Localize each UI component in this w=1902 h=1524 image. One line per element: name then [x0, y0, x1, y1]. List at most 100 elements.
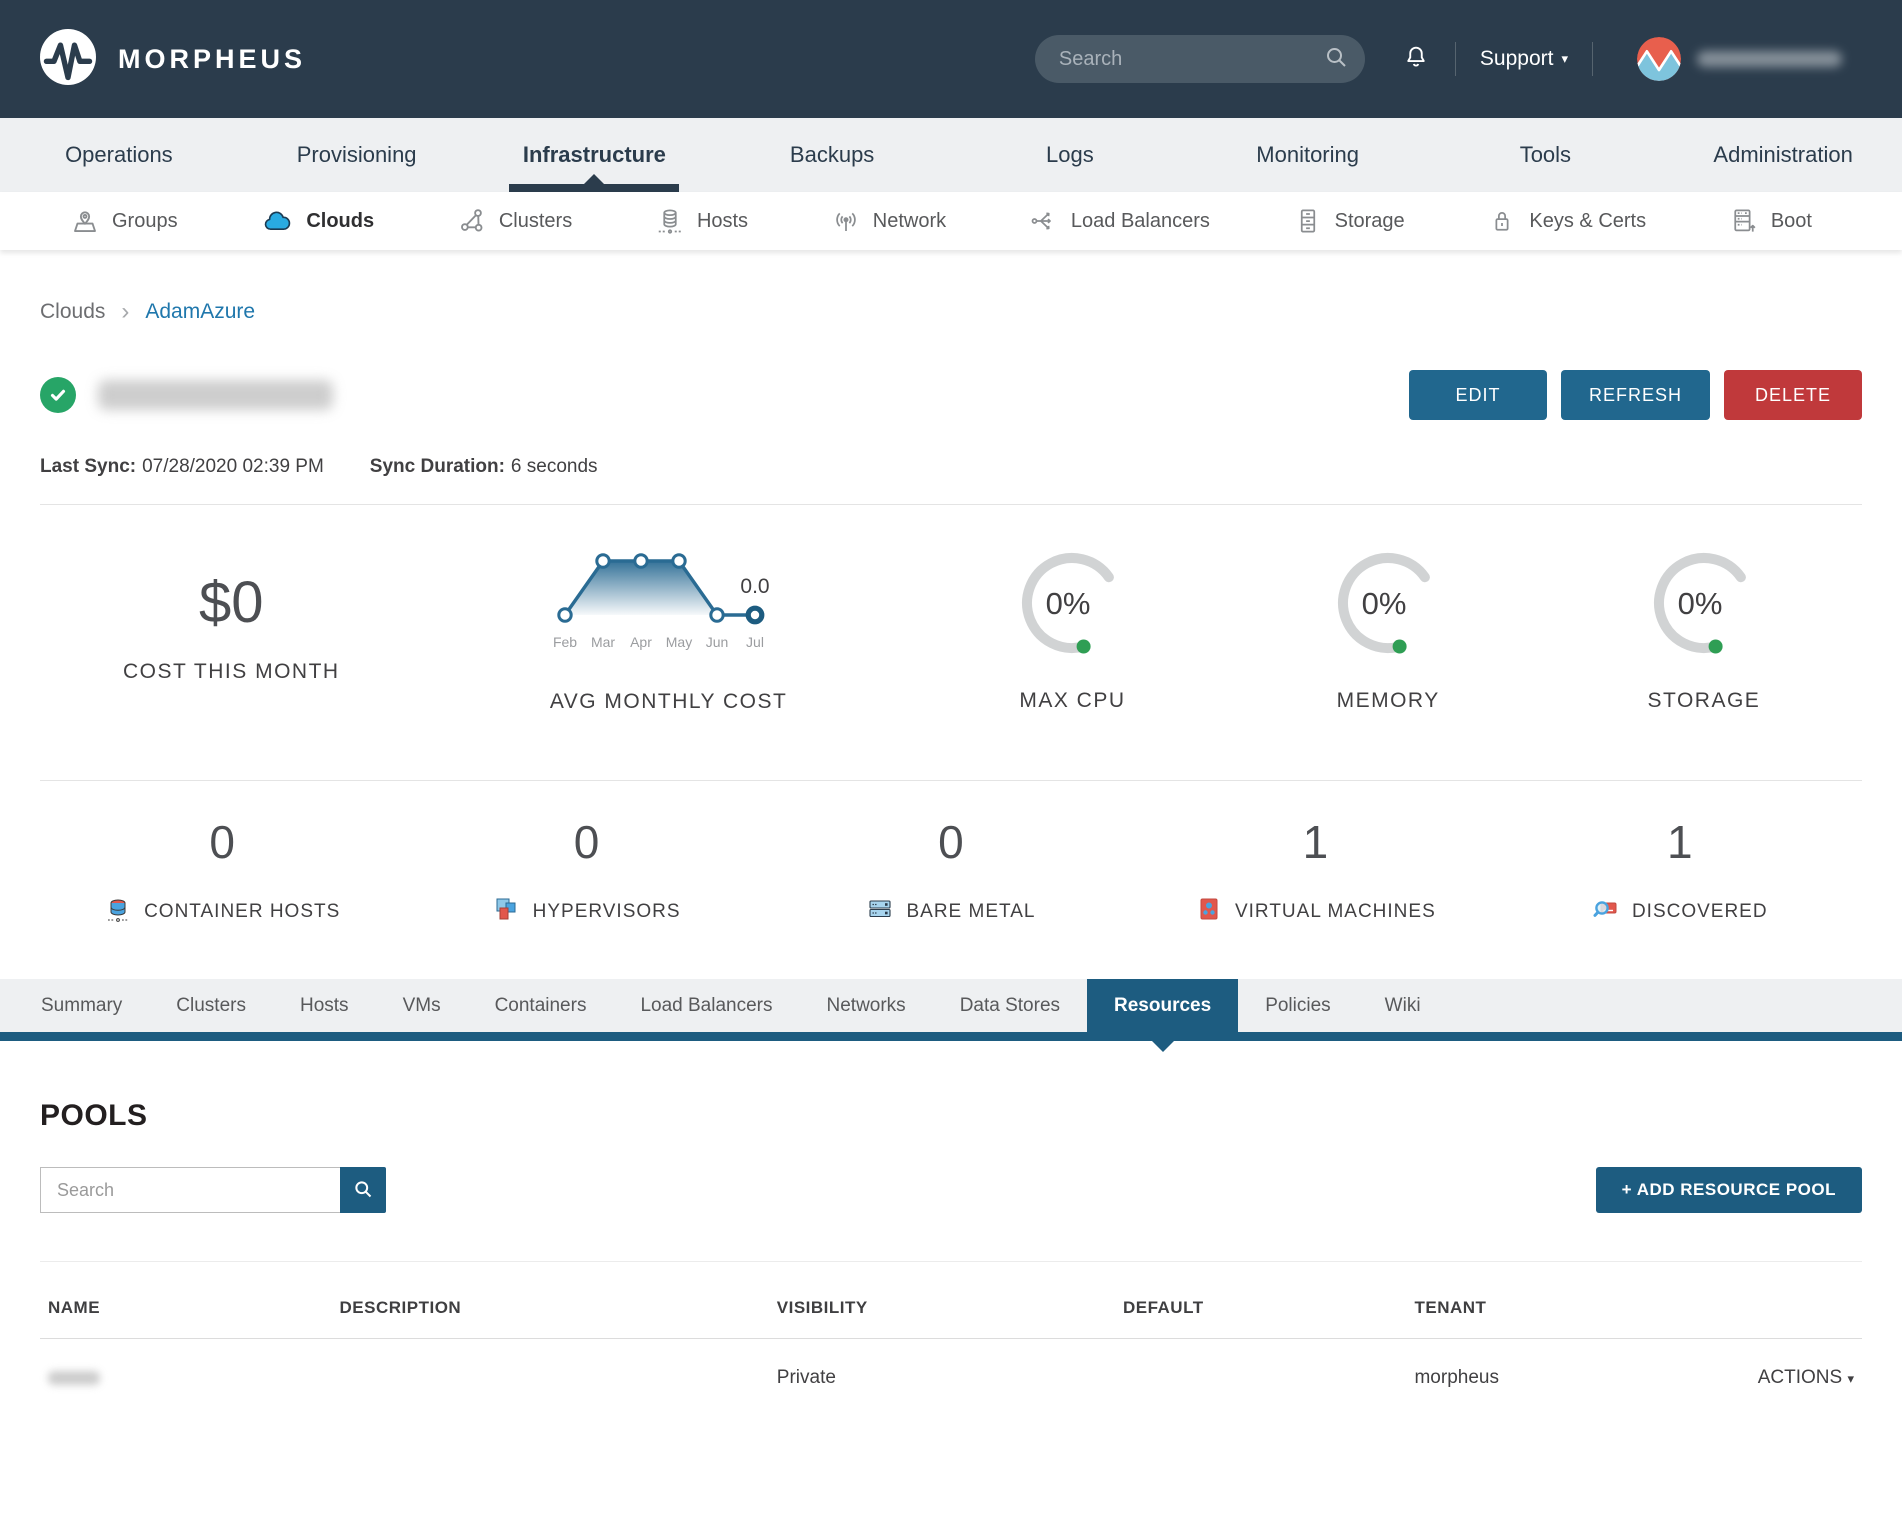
- container-hosts-value: 0: [209, 815, 235, 869]
- add-resource-pool-button[interactable]: + ADD RESOURCE POOL: [1596, 1167, 1862, 1213]
- subnav-hosts[interactable]: Hosts: [655, 206, 748, 236]
- row-actions-menu[interactable]: ACTIONS ▾: [1758, 1367, 1854, 1388]
- subnav-clouds[interactable]: Clouds: [260, 206, 374, 236]
- subnav-label: Clouds: [306, 210, 374, 233]
- count-container-hosts: 0 CONTAINER HOSTS: [40, 815, 404, 929]
- tab-vms[interactable]: VMs: [376, 979, 468, 1032]
- subnav-label: Storage: [1335, 210, 1405, 233]
- virtual-machines-value: 1: [1303, 815, 1329, 869]
- tab-containers[interactable]: Containers: [468, 979, 614, 1032]
- nav-infrastructure[interactable]: Infrastructure: [476, 118, 714, 192]
- header-divider: [1455, 42, 1456, 76]
- brand-logo[interactable]: MORPHEUS: [40, 29, 306, 90]
- support-label: Support: [1480, 47, 1554, 71]
- stat-storage: 0% STORAGE: [1546, 543, 1862, 713]
- subnav-boot[interactable]: Boot: [1729, 206, 1812, 236]
- tab-accent-bar: [0, 1032, 1902, 1041]
- tab-data-stores[interactable]: Data Stores: [933, 979, 1087, 1032]
- spark-month-label: Mar: [591, 634, 615, 650]
- tab-load-balancers[interactable]: Load Balancers: [613, 979, 799, 1032]
- spark-current-value: 0.0: [740, 575, 769, 598]
- header-divider: [1592, 42, 1593, 76]
- support-menu[interactable]: Support ▾: [1480, 47, 1568, 71]
- notifications-bell-icon[interactable]: [1401, 42, 1431, 77]
- nav-backups[interactable]: Backups: [713, 118, 951, 192]
- count-virtual-machines: 1 VIRTUAL MACHINES: [1133, 815, 1497, 929]
- storage-icon: [1293, 206, 1323, 236]
- counts-row: 0 CONTAINER HOSTS 0: [40, 781, 1862, 969]
- subnav-load-balancers[interactable]: Load Balancers: [1029, 206, 1210, 236]
- nav-provisioning[interactable]: Provisioning: [238, 118, 476, 192]
- subnav-keys-certs[interactable]: Keys & Certs: [1487, 206, 1646, 236]
- boot-icon: [1729, 206, 1759, 236]
- pools-search-button[interactable]: [340, 1167, 386, 1213]
- actions-label: ACTIONS: [1758, 1367, 1842, 1388]
- column-header-default[interactable]: DEFAULT: [1115, 1272, 1407, 1339]
- tab-clusters[interactable]: Clusters: [149, 979, 273, 1032]
- pool-default: [1115, 1339, 1407, 1418]
- column-header-visibility[interactable]: VISIBILITY: [769, 1272, 1115, 1339]
- bare-metal-value: 0: [938, 815, 964, 869]
- tab-policies[interactable]: Policies: [1238, 979, 1357, 1032]
- subnav-label: Network: [873, 210, 946, 233]
- load-balancers-icon: [1029, 206, 1059, 236]
- search-icon[interactable]: [1324, 45, 1348, 74]
- subnav-network[interactable]: Network: [831, 206, 946, 236]
- spark-month-label: Jul: [746, 634, 764, 650]
- morpheus-logo-icon: [40, 29, 96, 90]
- nav-administration[interactable]: Administration: [1664, 118, 1902, 192]
- count-bare-metal: 0 BARE METAL: [769, 815, 1133, 929]
- spark-month-label: Apr: [630, 634, 652, 650]
- bare-metal-icon: [866, 895, 894, 929]
- delete-button[interactable]: DELETE: [1724, 370, 1862, 420]
- tab-summary[interactable]: Summary: [14, 979, 149, 1032]
- discovered-icon: [1592, 895, 1620, 929]
- global-search[interactable]: [1035, 35, 1365, 83]
- user-name-redacted[interactable]: [1697, 51, 1842, 67]
- pool-description: [332, 1339, 769, 1418]
- column-header-actions: [1680, 1272, 1862, 1339]
- nav-logs[interactable]: Logs: [951, 118, 1189, 192]
- chevron-right-icon: ›: [121, 298, 129, 326]
- nav-operations[interactable]: Operations: [0, 118, 238, 192]
- main-nav: Operations Provisioning Infrastructure B…: [0, 118, 1902, 192]
- global-search-input[interactable]: [1059, 48, 1324, 71]
- subnav-storage[interactable]: Storage: [1293, 206, 1405, 236]
- subnav-clusters[interactable]: Clusters: [457, 206, 572, 236]
- breadcrumb-current[interactable]: AdamAzure: [145, 300, 255, 324]
- search-icon: [353, 1179, 373, 1202]
- breadcrumb-clouds[interactable]: Clouds: [40, 300, 105, 324]
- column-header-tenant[interactable]: TENANT: [1406, 1272, 1679, 1339]
- refresh-button[interactable]: REFRESH: [1561, 370, 1710, 420]
- tab-networks[interactable]: Networks: [800, 979, 933, 1032]
- edit-button[interactable]: EDIT: [1409, 370, 1547, 420]
- user-avatar[interactable]: [1637, 37, 1681, 81]
- subnav-label: Hosts: [697, 210, 748, 233]
- pools-search-input[interactable]: [40, 1167, 340, 1213]
- pool-name-redacted: [48, 1371, 100, 1385]
- spark-month-label: Feb: [553, 634, 577, 650]
- subnav-groups[interactable]: Groups: [70, 206, 178, 236]
- tab-hosts[interactable]: Hosts: [273, 979, 376, 1032]
- tab-wiki[interactable]: Wiki: [1358, 979, 1448, 1032]
- count-discovered: 1 DISCOVERED: [1498, 815, 1862, 929]
- status-ok-icon: [40, 377, 76, 413]
- nav-tools[interactable]: Tools: [1427, 118, 1665, 192]
- nav-monitoring[interactable]: Monitoring: [1189, 118, 1427, 192]
- table-row[interactable]: Private morpheus ACTIONS ▾: [40, 1339, 1862, 1418]
- subnav-label: Load Balancers: [1071, 210, 1210, 233]
- cost-value: $0: [199, 571, 264, 635]
- virtual-machines-icon: [1195, 895, 1223, 929]
- memory-value: 0%: [1362, 586, 1407, 621]
- discovered-value: 1: [1667, 815, 1693, 869]
- subnav-label: Keys & Certs: [1529, 210, 1646, 233]
- bare-metal-label: BARE METAL: [906, 901, 1035, 923]
- storage-value: 0%: [1678, 586, 1723, 621]
- tab-resources[interactable]: Resources: [1087, 979, 1238, 1032]
- memory-gauge: 0%: [1328, 543, 1448, 663]
- hosts-icon: [655, 206, 685, 236]
- column-header-description[interactable]: DESCRIPTION: [332, 1272, 769, 1339]
- count-hypervisors: 0 HYPERVISORS: [404, 815, 768, 929]
- chevron-down-icon: ▾: [1561, 51, 1568, 67]
- column-header-name[interactable]: NAME: [40, 1272, 332, 1339]
